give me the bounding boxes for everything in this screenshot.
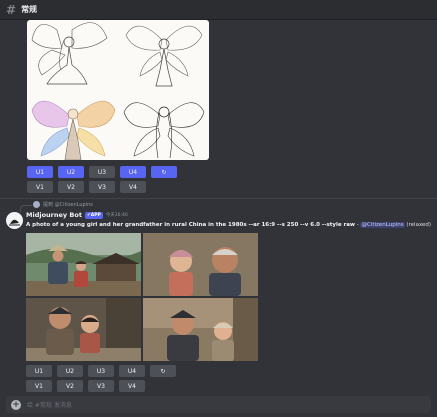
prompt: A photo of a young girl and her grandfat… bbox=[26, 222, 355, 228]
image-photo-4[interactable] bbox=[143, 298, 258, 361]
image-photo-1[interactable] bbox=[26, 233, 141, 296]
v1-button[interactable]: V1 bbox=[26, 380, 52, 392]
app-badge: ✔APP bbox=[84, 211, 103, 219]
channel-header: # 常规 bbox=[0, 0, 437, 20]
u3-button[interactable]: U3 bbox=[88, 365, 114, 377]
variation-buttons-2: V1 V2 V3 V4 bbox=[26, 380, 145, 392]
image-fairy-color[interactable] bbox=[27, 90, 118, 160]
reply-avatar bbox=[33, 201, 40, 208]
bot-avatar[interactable] bbox=[6, 212, 23, 229]
u2-button[interactable]: U2 bbox=[58, 166, 84, 178]
u1-button[interactable]: U1 bbox=[27, 166, 53, 178]
u4-button[interactable]: U4 bbox=[119, 365, 145, 377]
photo-image-grid[interactable] bbox=[26, 233, 258, 361]
reply-text: 提到 @CitizenLupins bbox=[43, 202, 93, 208]
status-text: (relaxed) bbox=[406, 222, 432, 228]
hash-icon: # bbox=[6, 2, 17, 17]
prompt-text: A photo of a young girl and her grandfat… bbox=[26, 222, 434, 228]
v3-button[interactable]: V3 bbox=[89, 181, 115, 193]
image-fairy-sitting[interactable] bbox=[27, 20, 118, 90]
plus-icon[interactable]: + bbox=[11, 399, 21, 410]
refresh-icon: ↻ bbox=[160, 367, 166, 375]
u4-button[interactable]: U4 bbox=[120, 166, 146, 178]
message-1 bbox=[27, 20, 209, 160]
author-name[interactable]: Midjourney Bot bbox=[26, 211, 82, 219]
u1-button[interactable]: U1 bbox=[26, 365, 52, 377]
reroll-button[interactable]: ↻ bbox=[151, 166, 177, 178]
user-mention[interactable]: @CitizenLupins bbox=[360, 222, 405, 228]
u2-button[interactable]: U2 bbox=[57, 365, 83, 377]
image-photo-3[interactable] bbox=[26, 298, 141, 361]
channel-name: 常规 bbox=[21, 5, 38, 14]
upscale-buttons-2: U1 U2 U3 U4 ↻ bbox=[26, 365, 176, 377]
v4-button[interactable]: V4 bbox=[119, 380, 145, 392]
image-fairy-back[interactable] bbox=[118, 20, 209, 90]
message-input-placeholder[interactable]: 给 #常规 发消息 bbox=[27, 400, 72, 409]
variation-buttons-1: V1 V2 V3 V4 bbox=[27, 181, 146, 193]
image-photo-2[interactable] bbox=[143, 233, 258, 296]
message-divider bbox=[0, 198, 437, 199]
reroll-button[interactable]: ↻ bbox=[150, 365, 176, 377]
v2-button[interactable]: V2 bbox=[57, 380, 83, 392]
timestamp: 今天16:40 bbox=[105, 213, 128, 218]
u3-button[interactable]: U3 bbox=[89, 166, 115, 178]
fairy-image-grid[interactable] bbox=[27, 20, 209, 160]
v4-button[interactable]: V4 bbox=[120, 181, 146, 193]
refresh-icon: ↻ bbox=[161, 168, 167, 176]
image-fairy-sketch[interactable] bbox=[118, 90, 209, 160]
v3-button[interactable]: V3 bbox=[88, 380, 114, 392]
v2-button[interactable]: V2 bbox=[58, 181, 84, 193]
author-row: Midjourney Bot ✔APP 今天16:40 bbox=[26, 211, 128, 219]
reply-preview[interactable]: 提到 @CitizenLupins bbox=[20, 201, 93, 212]
upscale-buttons-1: U1 U2 U3 U4 ↻ bbox=[27, 166, 177, 178]
message-input-bar[interactable]: + 给 #常规 发消息 bbox=[6, 396, 431, 413]
v1-button[interactable]: V1 bbox=[27, 181, 53, 193]
